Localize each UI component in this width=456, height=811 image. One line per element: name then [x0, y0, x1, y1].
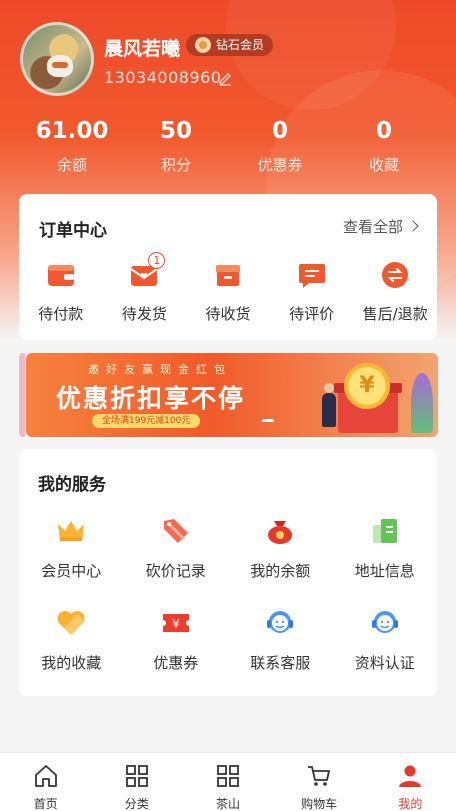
- stat-label: 优惠券: [257, 156, 303, 174]
- tab-label: 首页: [33, 797, 58, 811]
- view-all-label: 查看全部: [342, 218, 403, 236]
- service-label: 资料认证: [354, 654, 415, 672]
- tab-mine[interactable]: 我的: [365, 753, 456, 811]
- services-grid: 会员中心 砍价记录 我的余额 地址信息 我的收藏 ¥ 优惠券 联系客服 资料认证: [19, 515, 437, 699]
- service-label: 优惠券: [153, 654, 199, 672]
- stat-label: 余额: [56, 156, 87, 174]
- order-pending-shipment[interactable]: 1 待发货: [103, 252, 187, 324]
- stat-favorites[interactable]: 0 收藏: [332, 118, 436, 175]
- order-center-title: 订单中心: [39, 221, 107, 241]
- service-customer-service[interactable]: 联系客服: [228, 607, 333, 699]
- order-status-row: 待付款 1 待发货 待收货 待评价 售后/退款: [19, 252, 437, 324]
- tab-tea-mountain[interactable]: 茶山: [182, 753, 273, 811]
- coupon-icon: ¥: [162, 614, 189, 632]
- money-bag-icon: [268, 521, 293, 544]
- vip-label: 钻石会员: [216, 38, 265, 52]
- box-icon: [215, 265, 240, 286]
- banner-subtext: 全场满199元减100元: [92, 414, 201, 428]
- tab-cart[interactable]: 购物车: [274, 753, 365, 811]
- tab-label: 茶山: [215, 797, 240, 811]
- stats-row: 61.00 余额 50 积分 0 优惠券 0 收藏: [0, 118, 456, 175]
- address-book-icon: [372, 519, 397, 543]
- tab-category[interactable]: 分类: [91, 753, 182, 811]
- service-address-info[interactable]: 地址信息: [333, 515, 438, 607]
- comment-icon: [298, 264, 325, 288]
- bottom-tab-bar: 首页 分类 茶山 购物车 我的: [0, 752, 456, 811]
- order-item-label: 待收货: [205, 305, 251, 323]
- stat-label: 积分: [160, 156, 191, 174]
- cart-icon: [308, 766, 331, 786]
- order-item-label: 待付款: [38, 305, 84, 323]
- service-label: 联系客服: [250, 654, 311, 672]
- coin-illustration: ¥: [344, 363, 390, 409]
- stat-balance[interactable]: 61.00 余额: [20, 118, 124, 175]
- wallet-icon: [47, 265, 74, 286]
- order-pending-review[interactable]: 待评价: [270, 260, 354, 324]
- service-bargain-records[interactable]: 砍价记录: [124, 515, 229, 607]
- grid-icon: [125, 765, 148, 787]
- service-label: 砍价记录: [145, 562, 206, 580]
- banner-headline: 优惠折扣享不停: [56, 384, 246, 413]
- stat-coupons[interactable]: 0 优惠券: [228, 118, 332, 175]
- order-center-card: 订单中心 查看全部 待付款 1 待发货 待收货 待评价 售后/退款: [19, 194, 437, 340]
- avatar-dog: [47, 55, 73, 77]
- service-label: 地址信息: [354, 562, 415, 580]
- order-item-label: 待发货: [121, 305, 167, 323]
- order-item-label: 待评价: [289, 305, 335, 323]
- carousel-indicator[interactable]: [262, 419, 274, 422]
- view-all-orders-link[interactable]: 查看全部: [342, 216, 419, 237]
- stat-value: 0: [271, 118, 288, 144]
- service-member-center[interactable]: 会员中心: [19, 515, 124, 607]
- my-services-card: 我的服务 会员中心 砍价记录 我的余额 地址信息 我的收藏 ¥ 优惠券 联系客服…: [19, 449, 437, 696]
- order-pending-receipt[interactable]: 待收货: [186, 260, 270, 324]
- service-label: 我的收藏: [41, 654, 102, 672]
- banner-invite-text: 邀好友赢现金红包: [88, 363, 232, 376]
- svg-text:¥: ¥: [172, 617, 180, 631]
- avatar[interactable]: [20, 22, 94, 96]
- service-label: 我的余额: [250, 562, 311, 580]
- price-tag-icon: [163, 519, 188, 543]
- verify-icon: [371, 611, 398, 633]
- stat-value: 61.00: [35, 118, 109, 144]
- order-pending-payment[interactable]: 待付款: [19, 260, 103, 324]
- grid-icon: [217, 765, 239, 787]
- person-illustration: [322, 383, 336, 427]
- edit-icon[interactable]: [217, 70, 233, 86]
- order-count-badge: 1: [148, 252, 166, 269]
- user-name: 晨风若曦: [104, 38, 181, 60]
- tab-home[interactable]: 首页: [0, 753, 91, 811]
- promo-banner[interactable]: 邀好友赢现金红包 优惠折扣享不停 全场满199元减100元 ¥: [26, 353, 438, 437]
- tab-label: 我的: [398, 797, 423, 811]
- order-after-sales[interactable]: 售后/退款: [353, 260, 437, 324]
- plant-illustration: [411, 373, 433, 433]
- customer-service-icon: [267, 611, 294, 633]
- home-icon: [34, 765, 57, 787]
- tab-label: 购物车: [301, 797, 338, 811]
- stat-label: 收藏: [368, 156, 399, 174]
- heart-icon: [57, 611, 85, 635]
- stat-value: 0: [375, 118, 392, 144]
- banner-carousel-edge: [19, 353, 25, 437]
- service-my-balance[interactable]: 我的余额: [228, 515, 333, 607]
- service-my-favorites[interactable]: 我的收藏: [19, 607, 124, 699]
- stat-points[interactable]: 50 积分: [124, 118, 228, 175]
- diamond-icon: [195, 37, 211, 53]
- tab-label: 分类: [124, 797, 149, 811]
- service-profile-verification[interactable]: 资料认证: [333, 607, 438, 699]
- chevron-right-icon: [407, 220, 419, 232]
- refund-icon: [382, 262, 409, 288]
- order-item-label: 售后/退款: [362, 305, 428, 323]
- user-icon: [399, 765, 422, 787]
- crown-icon: [58, 521, 85, 541]
- vip-badge[interactable]: 钻石会员: [186, 34, 274, 56]
- user-phone: 13034008960: [104, 68, 222, 87]
- service-label: 会员中心: [41, 562, 102, 580]
- service-coupons[interactable]: ¥ 优惠券: [124, 607, 229, 699]
- services-title: 我的服务: [38, 475, 106, 495]
- stat-value: 50: [159, 118, 192, 144]
